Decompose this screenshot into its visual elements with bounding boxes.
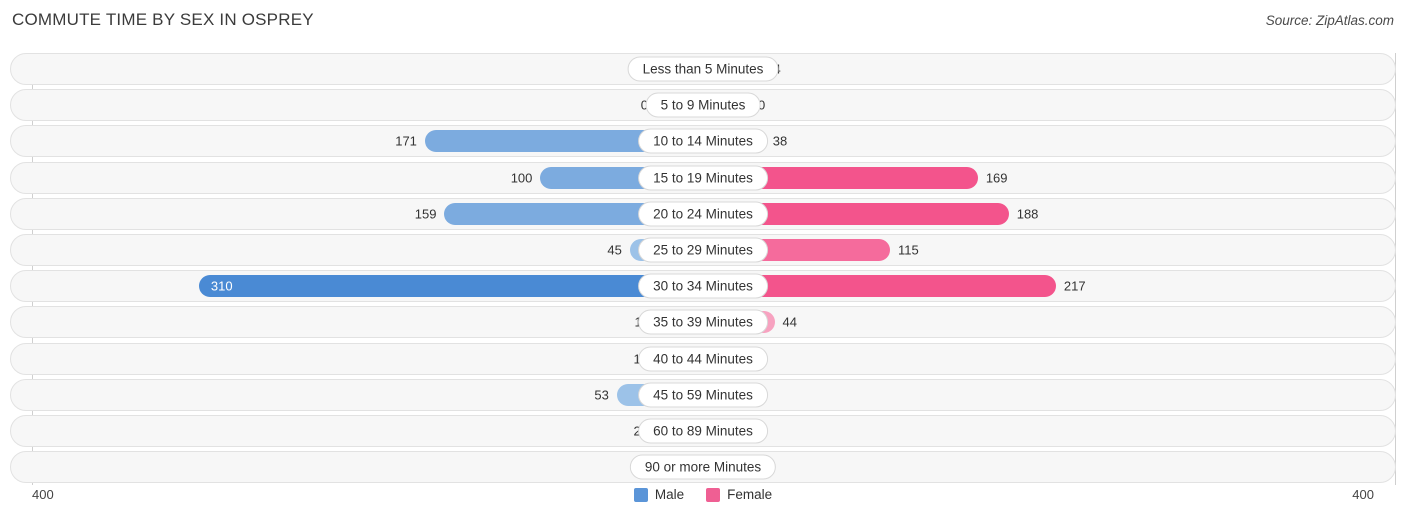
chart-row-inner: 310 217 30 to 34 Minutes (11, 271, 1395, 301)
bar-value-female: 217 (1063, 278, 1086, 294)
chart-row-inner: 3134Less than 5 Minutes (11, 54, 1395, 84)
chart-row: 53045 to 59 Minutes (10, 378, 1396, 411)
bar-male[interactable] (198, 275, 703, 298)
chart-row-inner: 100 169 15 to 19 Minutes (11, 163, 1395, 193)
category-label: 90 or more Minutes (629, 454, 777, 480)
bar-value-female: 169 (985, 170, 1008, 186)
chart-row-inner: 23060 to 89 Minutes (11, 416, 1395, 446)
chart-row-inner: 114435 to 39 Minutes (11, 307, 1395, 337)
chart-row-inner: 171 38 10 to 14 Minutes (11, 126, 1395, 156)
source-attribution: Source: ZipAtlas.com (1265, 13, 1394, 28)
chart-row: 310 217 30 to 34 Minutes (10, 270, 1396, 303)
chart-row-inner: 0090 or more Minutes (11, 452, 1395, 482)
category-label: 60 to 89 Minutes (638, 418, 768, 444)
chart-row-inner: 53045 to 59 Minutes (11, 380, 1395, 410)
category-label: 35 to 39 Minutes (638, 309, 768, 335)
bar-value-male: 45 (607, 242, 622, 258)
page-title: COMMUTE TIME BY SEX IN OSPREY (12, 10, 314, 29)
chart-legend: Male Female (0, 487, 1406, 502)
category-label: 30 to 34 Minutes (638, 273, 768, 299)
chart-row: 005 to 9 Minutes (10, 89, 1396, 122)
category-label: 45 to 59 Minutes (638, 382, 768, 408)
chart-row: 45 115 25 to 29 Minutes (10, 233, 1396, 266)
category-label: 15 to 19 Minutes (638, 165, 768, 191)
category-label: 5 to 9 Minutes (645, 92, 761, 118)
bar-value-male: 171 (395, 133, 417, 149)
chart-row: 159 188 20 to 24 Minutes (10, 197, 1396, 230)
chart-row-inner: 005 to 9 Minutes (11, 90, 1395, 120)
bar-value-male: 53 (594, 387, 609, 403)
diverging-bar-chart: 3134Less than 5 Minutes 005 to 9 Minutes 1… (10, 53, 1396, 485)
bar-value-female: 38 (772, 133, 788, 149)
category-label: Less than 5 Minutes (627, 56, 779, 82)
bar-value-male: 100 (510, 170, 533, 186)
bar-value-male: 159 (414, 206, 437, 222)
legend-item-male[interactable]: Male (633, 487, 685, 502)
chart-row: 18040 to 44 Minutes (10, 342, 1396, 375)
chart-row-inner: 159 188 20 to 24 Minutes (11, 199, 1395, 229)
legend-swatch-male (633, 487, 648, 502)
bar-value-female: 44 (782, 314, 798, 330)
legend-swatch-female (706, 487, 721, 502)
chart-row: 171 38 10 to 14 Minutes (10, 125, 1396, 158)
chart-row-inner: 45 115 25 to 29 Minutes (11, 235, 1395, 265)
bar-value-female: 188 (1016, 206, 1039, 222)
bar-value-male: 310 (210, 278, 233, 294)
category-label: 25 to 29 Minutes (638, 237, 768, 263)
category-label: 10 to 14 Minutes (638, 128, 768, 154)
chart-row: 23060 to 89 Minutes (10, 414, 1396, 447)
legend-item-female[interactable]: Female (706, 487, 772, 502)
category-label: 20 to 24 Minutes (638, 201, 768, 227)
legend-label-female: Female (727, 487, 773, 502)
chart-row: 100 169 15 to 19 Minutes (10, 161, 1396, 194)
chart-row: 3134Less than 5 Minutes (10, 53, 1396, 85)
chart-row: 114435 to 39 Minutes (10, 306, 1396, 339)
category-label: 40 to 44 Minutes (638, 346, 768, 371)
chart-page: COMMUTE TIME BY SEX IN OSPREY Source: Zi… (0, 0, 1406, 523)
chart-row: 0090 or more Minutes (10, 451, 1396, 484)
legend-label-male: Male (654, 487, 685, 502)
chart-row-inner: 18040 to 44 Minutes (11, 344, 1395, 374)
bar-value-female: 115 (898, 242, 919, 258)
